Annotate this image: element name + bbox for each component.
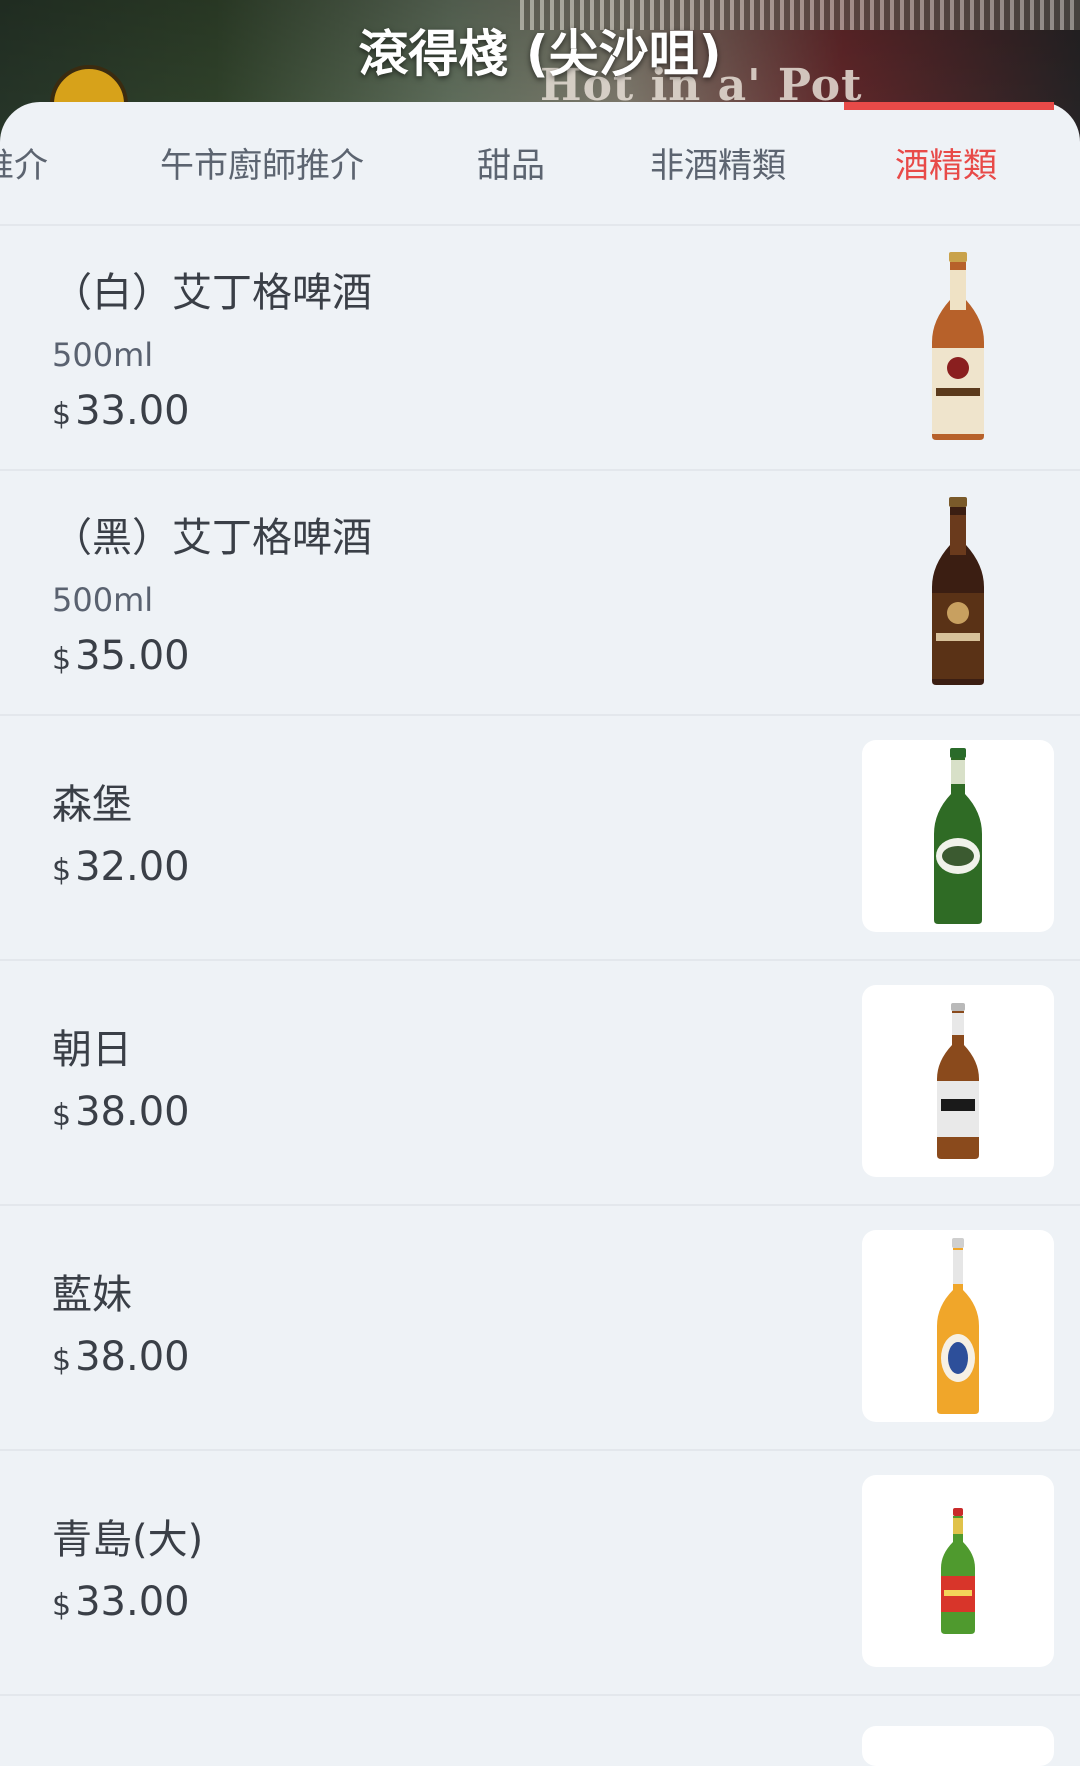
item-price: $38.00 xyxy=(52,1089,190,1135)
next-item-image[interactable] xyxy=(862,1726,1054,1766)
item-price: $38.00 xyxy=(52,1334,190,1380)
menu-item[interactable]: 藍妹 $38.00 xyxy=(0,1206,1080,1451)
item-name: 朝日 xyxy=(52,1027,132,1073)
menu-item[interactable]: （白）艾丁格啤酒 500ml $33.00 xyxy=(0,226,1080,471)
item-name: （黑）艾丁格啤酒 xyxy=(52,515,372,561)
active-tab-indicator xyxy=(844,102,1054,110)
tab-dessert[interactable]: 甜品 xyxy=(477,138,545,188)
item-price: $32.00 xyxy=(52,844,190,890)
erdinger-white-bottle-image[interactable] xyxy=(862,250,1054,442)
asahi-bottle-image[interactable] xyxy=(862,985,1054,1177)
item-name: （白）艾丁格啤酒 xyxy=(52,270,372,316)
menu-item[interactable]: 朝日 $38.00 xyxy=(0,961,1080,1206)
menu-list: （白）艾丁格啤酒 500ml $33.00 （黑）艾丁格啤酒 500ml $35… xyxy=(0,226,1080,1696)
erdinger-dark-bottle-image[interactable] xyxy=(862,495,1054,687)
item-name: 藍妹 xyxy=(52,1272,132,1318)
item-price: $33.00 xyxy=(52,1579,190,1625)
item-price: $35.00 xyxy=(52,633,190,679)
sonderberg-bottle-image[interactable] xyxy=(862,740,1054,932)
item-size: 500ml xyxy=(52,581,154,619)
tab-lunch-chef-recommend[interactable]: 午市廚師推介 xyxy=(160,138,364,188)
item-price: $33.00 xyxy=(52,388,190,434)
item-name: 森堡 xyxy=(52,782,132,828)
item-size: 500ml xyxy=(52,336,154,374)
tab-non-alcoholic[interactable]: 非酒精類 xyxy=(650,138,786,188)
tab-recommend[interactable]: 推介 xyxy=(0,138,48,188)
menu-item[interactable]: 森堡 $32.00 xyxy=(0,716,1080,961)
menu-sheet: 推介 午市廚師推介 甜品 非酒精類 酒精類 （白）艾丁格啤酒 500ml $33… xyxy=(0,102,1080,1746)
tab-alcoholic[interactable]: 酒精類 xyxy=(895,138,997,188)
menu-item[interactable]: 青島(大) $33.00 xyxy=(0,1451,1080,1696)
menu-item[interactable]: （黑）艾丁格啤酒 500ml $35.00 xyxy=(0,471,1080,716)
blue-girl-bottle-image[interactable] xyxy=(862,1230,1054,1422)
category-tabs[interactable]: 推介 午市廚師推介 甜品 非酒精類 酒精類 xyxy=(0,102,1080,226)
item-name: 青島(大) xyxy=(52,1517,204,1563)
store-title: 滾得棧 (尖沙咀) xyxy=(358,25,722,83)
tsingtao-bottle-image[interactable] xyxy=(862,1475,1054,1667)
